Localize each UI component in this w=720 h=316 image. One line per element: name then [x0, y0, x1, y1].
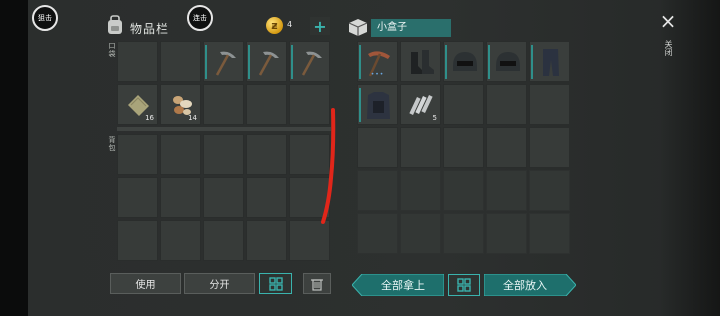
use-button[interactable]: 使用	[110, 273, 181, 294]
split-button[interactable]: 分开	[184, 273, 255, 294]
box-slot[interactable]	[357, 127, 398, 168]
box-name: 小盒子	[371, 19, 451, 37]
durability-bar	[531, 45, 533, 79]
boots-icon	[411, 50, 434, 74]
pickaxe-icon	[215, 51, 236, 76]
box-slot-locked	[400, 213, 441, 254]
pocket-slot[interactable]	[246, 41, 287, 82]
durability-bar	[248, 45, 250, 79]
coin-icon: ƶ	[266, 17, 283, 34]
box-slot-locked	[443, 213, 484, 254]
seeds-count: 14	[188, 114, 197, 122]
box-sort-button[interactable]	[448, 274, 480, 296]
box-grid: ••• 5	[357, 41, 570, 254]
trash-icon	[311, 278, 323, 291]
pocket-slot[interactable]	[289, 41, 330, 82]
ammo-count: 5	[432, 114, 437, 122]
coin-count: 4	[287, 20, 293, 29]
durability-bar	[291, 45, 293, 79]
backpack-slot[interactable]	[160, 220, 201, 261]
sort-button[interactable]	[259, 273, 292, 294]
pocket-slot[interactable]	[160, 41, 201, 82]
box-slot[interactable]	[443, 127, 484, 168]
add-coin-button[interactable]: +	[310, 17, 330, 36]
durability-bar	[205, 45, 207, 79]
box-icon	[348, 19, 368, 36]
backpack-label: 背包	[108, 136, 116, 152]
backpack-slot[interactable]	[246, 220, 287, 261]
pocket-slot[interactable]	[203, 84, 244, 125]
burst-mode-button[interactable]: 连击	[187, 5, 213, 31]
pocket-slot[interactable]: 16	[117, 84, 158, 125]
inventory-title: 物品栏	[130, 22, 170, 36]
pocket-label: 口袋	[108, 42, 116, 58]
red-annotation-mark	[321, 108, 336, 224]
box-slot[interactable]	[486, 127, 527, 168]
box-slot[interactable]	[486, 41, 527, 82]
helmet-icon	[496, 52, 520, 71]
box-slot[interactable]: •••	[357, 41, 398, 82]
box-slot-locked	[529, 213, 570, 254]
backpack-slot[interactable]	[246, 134, 287, 175]
cloth-count: 16	[145, 114, 154, 122]
box-slot[interactable]: 5	[400, 84, 441, 125]
backpack-slot[interactable]	[203, 177, 244, 218]
pickaxe-icon	[258, 51, 279, 76]
fire-mode-button[interactable]: 狙击	[32, 5, 58, 31]
backpack-slot[interactable]	[289, 220, 330, 261]
pocket-grid: 16 14	[117, 41, 330, 125]
fire-mode-label: 狙击	[38, 13, 52, 22]
box-slot[interactable]	[400, 127, 441, 168]
backpack-slot[interactable]	[203, 220, 244, 261]
pocket-slot[interactable]: 14	[160, 84, 201, 125]
item-dots: •••	[370, 71, 385, 78]
close-icon[interactable]: ×	[659, 11, 677, 31]
take-all-button[interactable]: 全部拿上	[362, 274, 444, 296]
box-slot[interactable]	[529, 84, 570, 125]
backpack-slot[interactable]	[160, 134, 201, 175]
inventory-divider	[117, 127, 331, 131]
box-slot-locked	[357, 213, 398, 254]
burst-mode-label: 连击	[193, 13, 207, 22]
backpack-slot[interactable]	[203, 134, 244, 175]
backpack-slot[interactable]	[117, 177, 158, 218]
box-slot[interactable]	[400, 41, 441, 82]
durability-bar	[445, 45, 447, 79]
trash-button[interactable]	[303, 273, 331, 294]
pocket-slot[interactable]	[246, 84, 287, 125]
backpack-slot[interactable]	[160, 177, 201, 218]
box-slot[interactable]	[486, 84, 527, 125]
grid-sort-icon	[457, 278, 471, 292]
backpack-grid	[117, 134, 330, 261]
box-slot[interactable]	[529, 127, 570, 168]
durability-bar	[359, 88, 361, 122]
durability-bar	[488, 45, 490, 79]
box-slot[interactable]	[443, 84, 484, 125]
box-slot-locked	[486, 213, 527, 254]
grid-sort-icon	[268, 276, 283, 291]
durability-bar	[359, 45, 361, 79]
put-all-button[interactable]: 全部放入	[484, 274, 566, 296]
pickaxe-icon	[301, 51, 322, 76]
backpack-slot[interactable]	[246, 177, 287, 218]
box-slot[interactable]	[529, 41, 570, 82]
armor-vest-icon	[367, 92, 390, 119]
backpack-icon	[108, 15, 122, 34]
box-slot[interactable]	[443, 41, 484, 82]
backpack-slot[interactable]	[117, 134, 158, 175]
backpack-slot[interactable]	[117, 220, 158, 261]
pants-icon	[543, 49, 559, 76]
box-slot-locked	[443, 170, 484, 211]
close-label[interactable]: 关闭	[663, 40, 674, 56]
box-slot-locked	[357, 170, 398, 211]
box-slot[interactable]	[357, 84, 398, 125]
box-slot-locked	[486, 170, 527, 211]
pocket-slot[interactable]	[117, 41, 158, 82]
box-slot-locked	[529, 170, 570, 211]
box-slot-locked	[400, 170, 441, 211]
helmet-icon	[453, 52, 477, 71]
pocket-slot[interactable]	[203, 41, 244, 82]
